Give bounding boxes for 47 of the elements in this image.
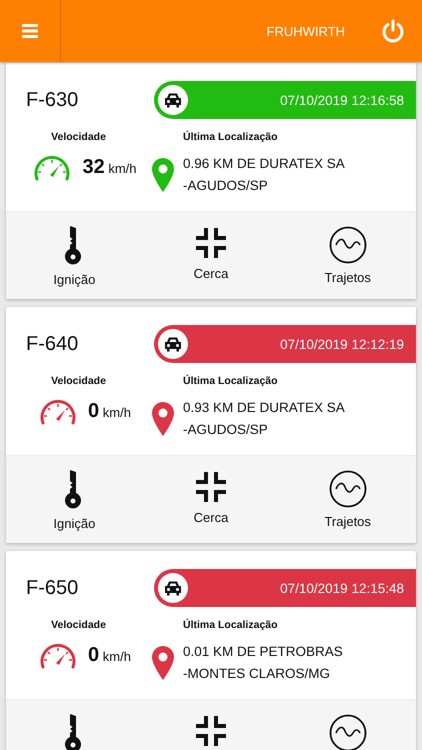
location-text: 0.01 KM DE PETROBRAS bbox=[183, 643, 343, 661]
location-text: 0.96 KM DE DURATEX SA bbox=[183, 155, 345, 173]
wave-circle-icon bbox=[328, 226, 367, 264]
speed-value: 0 km/h bbox=[88, 644, 131, 666]
location-label: Última Localização bbox=[183, 131, 279, 143]
map-pin-icon bbox=[151, 645, 175, 681]
location-text: -AGUDOS/SP bbox=[183, 421, 269, 439]
location-label: Última Localização bbox=[183, 375, 279, 387]
vehicle-plate: F-640 bbox=[25, 332, 80, 356]
speedometer-icon bbox=[38, 641, 78, 669]
location-text: -AGUDOS/SP bbox=[183, 177, 269, 195]
vehicle-plate: F-650 bbox=[25, 576, 80, 600]
map-pin-icon bbox=[151, 401, 175, 437]
collapse-icon bbox=[194, 470, 228, 504]
speed-label: Velocidade bbox=[51, 131, 106, 143]
fence-button[interactable]: Cerca bbox=[142, 212, 280, 299]
vehicle-plate: F-630 bbox=[25, 88, 80, 112]
timestamp: 07/10/2019 12:16:58 bbox=[280, 92, 404, 108]
wave-circle-icon bbox=[328, 470, 367, 508]
ignition-button[interactable]: Ignição bbox=[6, 212, 143, 299]
car-icon bbox=[163, 580, 183, 596]
power-icon bbox=[381, 19, 405, 43]
fence-button[interactable]: Cerca bbox=[142, 456, 280, 543]
speed-label: Velocidade bbox=[51, 619, 106, 631]
location-text: -MONTES CLAROS/MG bbox=[183, 665, 332, 683]
car-icon bbox=[163, 336, 183, 352]
speed-label: Velocidade bbox=[51, 375, 106, 387]
timestamp: 07/10/2019 12:15:48 bbox=[280, 580, 404, 596]
collapse-icon bbox=[194, 226, 228, 260]
speedometer-icon bbox=[32, 153, 72, 181]
ignition-button[interactable]: Ignição bbox=[6, 456, 143, 543]
car-icon bbox=[163, 92, 183, 108]
speedometer-icon bbox=[38, 397, 78, 425]
logout-button[interactable] bbox=[381, 19, 405, 43]
location-text: 0.93 KM DE DURATEX SA bbox=[183, 399, 345, 417]
user-name: FRUHWIRTH bbox=[266, 24, 345, 38]
speed-value: 0 km/h bbox=[88, 400, 131, 422]
location-label: Última Localização bbox=[183, 619, 279, 631]
routes-button[interactable]: Trajetos bbox=[279, 456, 416, 543]
collapse-icon bbox=[194, 714, 228, 748]
map-pin-icon bbox=[151, 157, 175, 193]
timestamp: 07/10/2019 12:12:19 bbox=[280, 336, 404, 352]
key-icon bbox=[65, 226, 84, 266]
key-icon bbox=[65, 470, 84, 510]
routes-button[interactable]: Trajetos bbox=[279, 212, 416, 299]
menu-icon bbox=[22, 24, 38, 38]
speed-value: 32 km/h bbox=[82, 156, 137, 178]
